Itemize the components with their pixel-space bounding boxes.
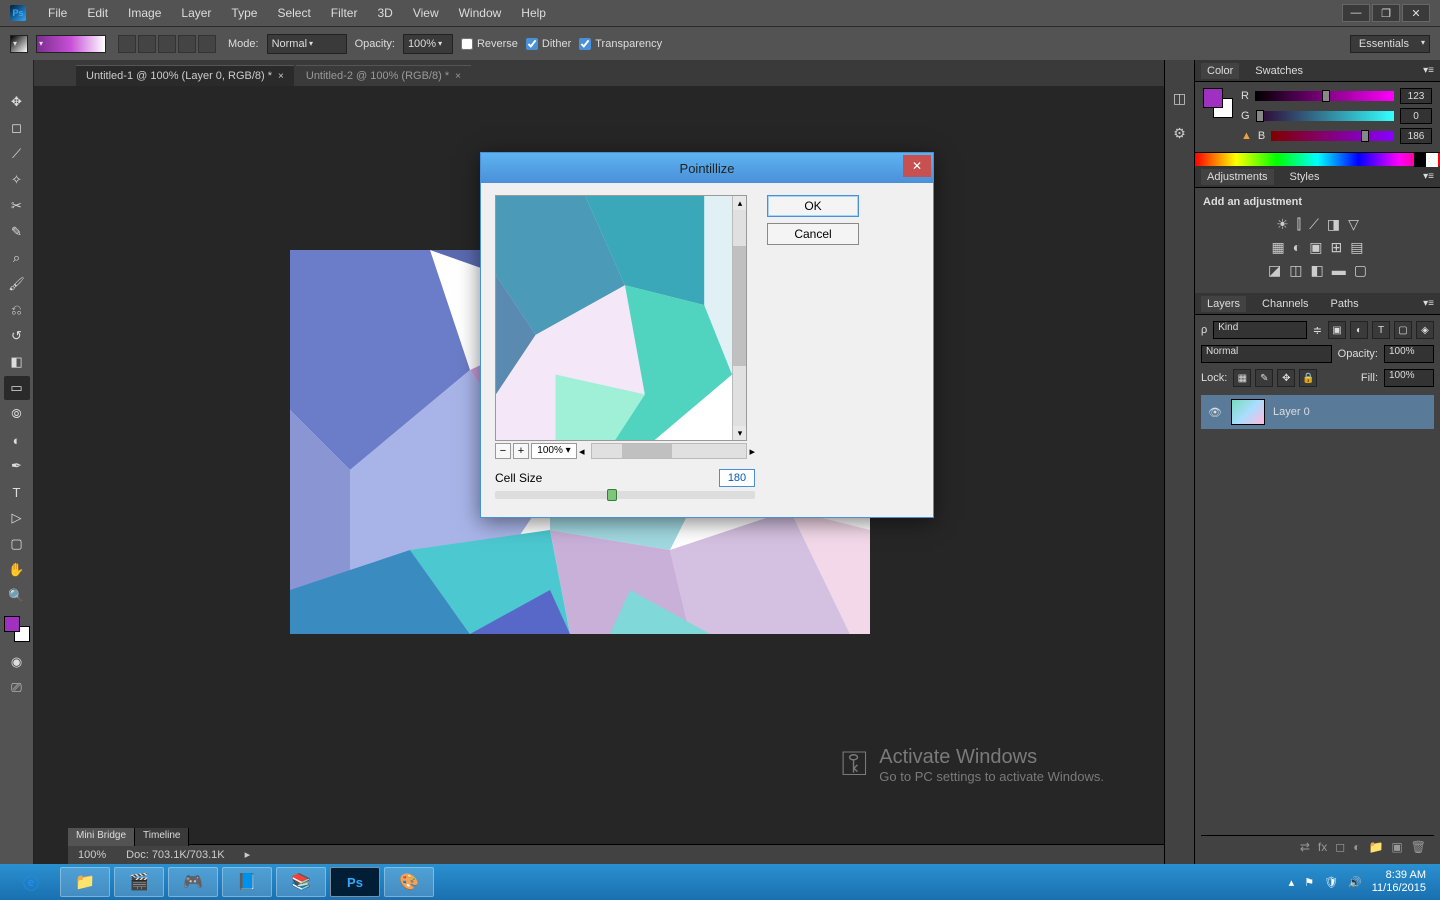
ie-taskbar-icon[interactable]: ⓔ	[6, 867, 56, 897]
scroll-right-icon[interactable]: ▸	[749, 445, 755, 458]
security-icon[interactable]: 🛡	[1324, 876, 1338, 889]
cell-size-input[interactable]	[719, 469, 755, 487]
photoshop-taskbar-icon[interactable]: Ps	[330, 867, 380, 897]
app-taskbar-icon[interactable]: 📘	[222, 867, 272, 897]
dialog-close-button[interactable]: ✕	[903, 155, 931, 177]
preview-zoom-readout[interactable]: 100% ▾	[531, 443, 577, 459]
cell-size-label: Cell Size	[495, 471, 709, 485]
action-center-icon[interactable]: ⚑	[1304, 876, 1314, 889]
dialog-title: Pointillize	[680, 161, 735, 176]
app-taskbar-icon[interactable]: 🎮	[168, 867, 218, 897]
filter-preview[interactable]: ▴ ▾	[495, 195, 747, 441]
windows-taskbar: ⓔ 📁 🎬 🎮 📘 📚 Ps 🎨 ▴ ⚑ 🛡 🔊 8:39 AM 11/16/2…	[0, 864, 1440, 900]
system-tray: ▴ ⚑ 🛡 🔊 8:39 AM 11/16/2015	[1289, 869, 1434, 895]
scroll-down-icon[interactable]: ▾	[733, 426, 747, 440]
pointillize-dialog: Pointillize ✕ ▴	[480, 152, 934, 518]
preview-scroll-h[interactable]	[591, 443, 748, 459]
paint-taskbar-icon[interactable]: 🎨	[384, 867, 434, 897]
preview-scroll-v[interactable]: ▴ ▾	[732, 196, 746, 440]
volume-icon[interactable]: 🔊	[1348, 876, 1362, 889]
winrar-taskbar-icon[interactable]: 📚	[276, 867, 326, 897]
zoom-in-button[interactable]: +	[513, 443, 529, 459]
scroll-left-icon[interactable]: ◂	[579, 445, 585, 458]
app-taskbar-icon[interactable]: 🎬	[114, 867, 164, 897]
taskbar-clock[interactable]: 8:39 AM 11/16/2015	[1372, 869, 1426, 895]
ok-button[interactable]: OK	[767, 195, 859, 217]
cancel-button[interactable]: Cancel	[767, 223, 859, 245]
explorer-taskbar-icon[interactable]: 📁	[60, 867, 110, 897]
tray-chevron-icon[interactable]: ▴	[1289, 876, 1295, 889]
zoom-out-button[interactable]: −	[495, 443, 511, 459]
modal-scrim: Pointillize ✕ ▴	[0, 0, 1440, 900]
scroll-up-icon[interactable]: ▴	[733, 196, 747, 210]
dialog-titlebar[interactable]: Pointillize ✕	[481, 153, 933, 183]
cell-size-slider[interactable]	[495, 491, 755, 499]
